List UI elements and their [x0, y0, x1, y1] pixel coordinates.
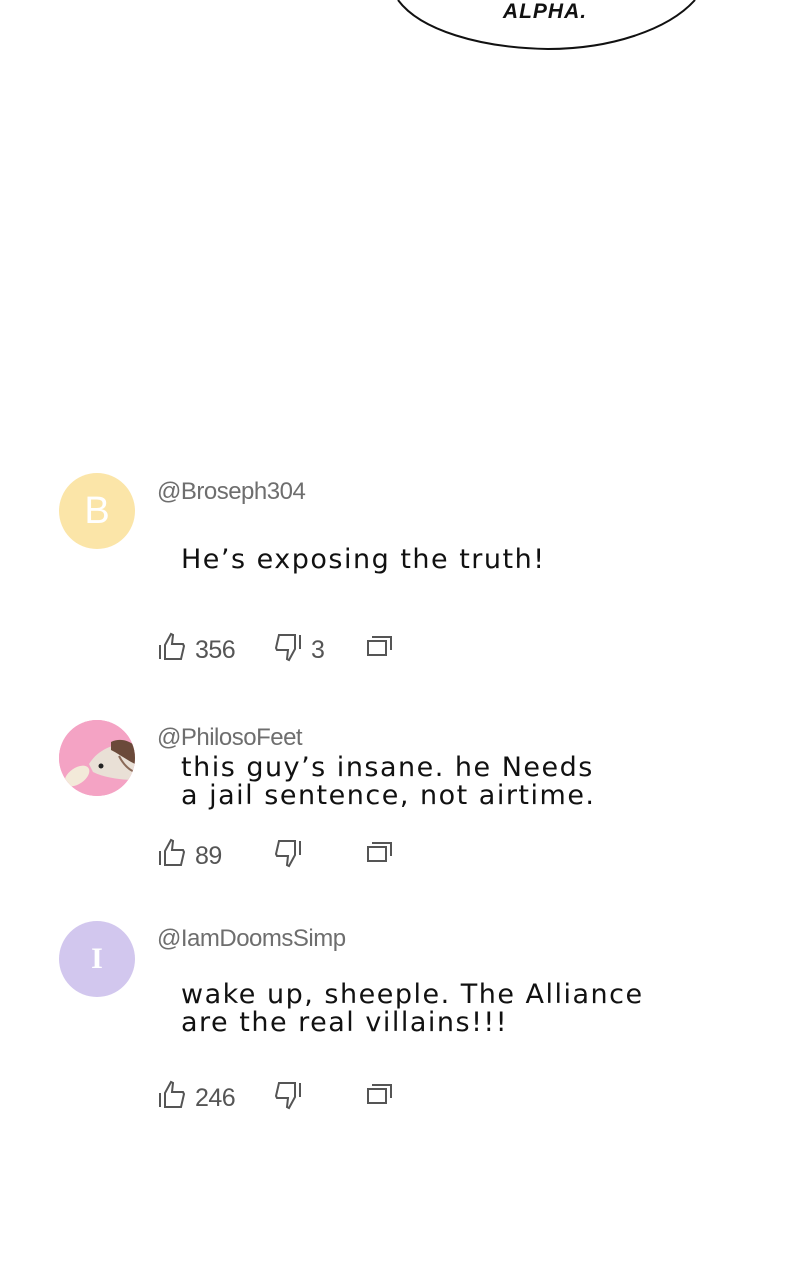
- username[interactable]: @Broseph304: [157, 478, 306, 506]
- thumbs-up-icon: [159, 1080, 186, 1108]
- comment-text: wake up, sheeple. The Alliance are the r…: [181, 979, 644, 1038]
- avatar[interactable]: [59, 720, 135, 796]
- speech-bubble-text: ALPHA.: [502, 0, 588, 23]
- dislike-button[interactable]: 3: [273, 630, 325, 664]
- like-count: 89: [195, 841, 222, 870]
- thumbs-up-icon: [159, 838, 186, 866]
- avatar-photo: [59, 720, 135, 796]
- username[interactable]: @PhilosoFeet: [157, 724, 303, 752]
- like-count: 356: [195, 635, 236, 664]
- dislike-count: 3: [311, 635, 325, 664]
- like-button[interactable]: 89: [157, 836, 222, 870]
- thumbs-up-icon: [159, 632, 186, 660]
- avatar[interactable]: I: [59, 921, 135, 997]
- avatar[interactable]: B: [59, 473, 135, 549]
- reply-button[interactable]: [365, 836, 395, 870]
- reply-icon: [367, 1084, 392, 1104]
- thumbs-down-icon: [274, 1082, 301, 1110]
- thumbs-down-icon: [274, 840, 301, 868]
- reply-icon: [367, 842, 392, 862]
- comment-text: this guy’s insane. he Needs a jail sente…: [181, 752, 596, 811]
- dislike-button[interactable]: [273, 836, 311, 870]
- username[interactable]: @IamDoomsSimp: [157, 925, 346, 953]
- reply-button[interactable]: [365, 1078, 395, 1112]
- reply-button[interactable]: [365, 630, 395, 664]
- thumbs-down-icon: [274, 634, 301, 662]
- avatar-letter: I: [91, 942, 103, 975]
- reply-icon: [367, 636, 392, 656]
- like-button[interactable]: 356: [157, 630, 236, 664]
- avatar-letter: B: [84, 489, 110, 532]
- like-button[interactable]: 246: [157, 1078, 236, 1112]
- like-count: 246: [195, 1083, 236, 1112]
- dislike-button[interactable]: [273, 1078, 311, 1112]
- speech-bubble: [397, 0, 696, 51]
- comment-text: He’s exposing the truth!: [181, 544, 546, 575]
